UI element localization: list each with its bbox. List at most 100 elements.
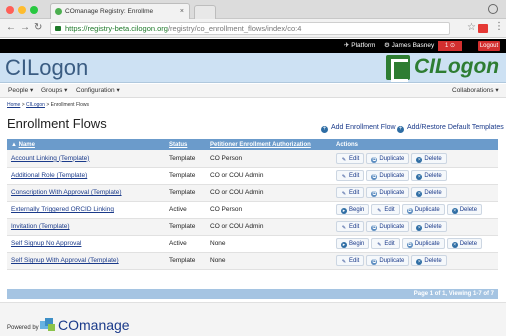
close-window-button[interactable]: [6, 6, 14, 14]
url-path: /registry/co_enrollment_flows/index/co:4: [167, 24, 302, 33]
header-status-link[interactable]: Status: [169, 142, 187, 148]
row-status: Template: [165, 167, 206, 185]
duplicate-button[interactable]: ⧉ Duplicate: [366, 255, 410, 266]
logout-button[interactable]: Logout: [478, 41, 500, 51]
duplicate-icon: ⧉: [406, 208, 413, 214]
menu-configuration[interactable]: Configuration ▾: [76, 84, 120, 98]
delete-button[interactable]: × Delete: [411, 170, 447, 181]
duplicate-button[interactable]: ⧉ Duplicate: [401, 204, 445, 215]
flow-name-link[interactable]: Conscription With Approval (Template): [11, 189, 122, 196]
duplicate-button[interactable]: ⧉ Duplicate: [366, 221, 410, 232]
add-enrollment-flow-label: Add Enrollment Flow: [331, 124, 396, 131]
edit-button[interactable]: ✎ Edit: [336, 221, 365, 232]
row-authorization: None: [206, 235, 332, 253]
duplicate-label: Duplicate: [414, 241, 440, 247]
new-tab-button[interactable]: [194, 5, 216, 19]
header-auth[interactable]: Petitioner Enrollment Authorization: [206, 139, 332, 150]
duplicate-icon: ⧉: [406, 242, 413, 248]
row-actions: ✎ Edit ⧉ Duplicate × Delete: [332, 218, 498, 236]
header-name[interactable]: ▲ Name: [7, 139, 165, 150]
flow-name-link[interactable]: Self Signup No Approval: [11, 240, 81, 247]
duplicate-button[interactable]: ⧉ Duplicate: [401, 238, 445, 249]
delete-button[interactable]: × Delete: [446, 204, 483, 215]
browser-tab[interactable]: COmanage Registry: Enrollme ×: [50, 3, 190, 19]
delete-button[interactable]: × Delete: [411, 152, 447, 164]
add-restore-templates-button[interactable]: + Add/Restore Default Templates: [397, 124, 504, 133]
row-name-cell: Conscription With Approval (Template): [7, 184, 165, 202]
menu-groups[interactable]: Groups ▾: [41, 84, 67, 98]
row-authorization: CO Person: [206, 150, 332, 168]
edit-button[interactable]: ✎ Edit: [336, 187, 365, 198]
profile-icon[interactable]: [488, 4, 498, 14]
edit-label: Edit: [349, 224, 360, 230]
duplicate-button[interactable]: ⧉ Duplicate: [366, 152, 410, 164]
header-auth-link[interactable]: Petitioner Enrollment Authorization: [210, 142, 311, 148]
add-enrollment-flow-button[interactable]: + Add Enrollment Flow: [321, 124, 396, 133]
begin-button[interactable]: ▸ Begin: [336, 238, 370, 249]
delete-button[interactable]: × Delete: [411, 255, 447, 266]
notifications-badge[interactable]: 1 ⊙: [438, 41, 462, 51]
delete-label: Delete: [459, 207, 478, 213]
begin-button[interactable]: ▸ Begin: [336, 204, 370, 215]
cilogon-logo-icon: [386, 55, 410, 82]
header-name-link[interactable]: Name: [19, 142, 35, 148]
table-header-row: ▲ Name Status Petitioner Enrollment Auth…: [7, 139, 498, 150]
flow-name-link[interactable]: Account Linking (Template): [11, 155, 89, 162]
duplicate-button[interactable]: ⧉ Duplicate: [366, 187, 410, 198]
duplicate-label: Duplicate: [379, 258, 405, 264]
duplicate-icon: ⧉: [371, 156, 378, 163]
breadcrumb-home[interactable]: Home: [7, 102, 20, 108]
edit-button[interactable]: ✎ Edit: [336, 152, 365, 164]
row-actions: ✎ Edit ⧉ Duplicate × Delete: [332, 184, 498, 202]
delete-label: Delete: [459, 241, 478, 247]
delete-button[interactable]: × Delete: [411, 221, 447, 232]
delete-icon: ×: [451, 242, 458, 248]
duplicate-button[interactable]: ⧉ Duplicate: [366, 170, 410, 181]
reload-icon[interactable]: ↻: [34, 21, 42, 35]
breadcrumb-co[interactable]: CILogon: [26, 102, 45, 108]
tab-close-icon[interactable]: ×: [180, 4, 184, 19]
extension-icon[interactable]: [478, 24, 488, 33]
url-field[interactable]: https://registry-beta.cilogon.org/regist…: [50, 22, 450, 35]
edit-button[interactable]: ✎ Edit: [336, 170, 365, 181]
table-row: Externally Triggered ORCID Linking Active…: [7, 201, 498, 219]
pencil-icon: ✎: [377, 242, 382, 248]
maximize-window-button[interactable]: [30, 6, 38, 14]
row-name-cell: Self Signup With Approval (Template): [7, 252, 165, 270]
minimize-window-button[interactable]: [18, 6, 26, 14]
table-row: Self Signup No Approval Active None ▸ Begin ✎…: [7, 235, 498, 253]
flow-name-link[interactable]: Invitation (Template): [11, 223, 70, 230]
add-restore-templates-label: Add/Restore Default Templates: [407, 124, 504, 131]
delete-button[interactable]: × Delete: [411, 187, 447, 198]
edit-button[interactable]: ✎ Edit: [371, 204, 400, 215]
platform-menu[interactable]: ✈ Platform: [344, 39, 375, 53]
browser-menu-icon[interactable]: ⋮: [494, 21, 504, 32]
pencil-icon: ✎: [341, 191, 347, 197]
bookmark-star-icon[interactable]: ☆: [467, 22, 476, 33]
row-name-cell: Self Signup No Approval: [7, 235, 165, 253]
edit-label: Edit: [384, 207, 395, 213]
menu-collaborations[interactable]: Collaborations ▾: [452, 84, 499, 98]
header-actions: Actions: [332, 139, 498, 150]
back-icon[interactable]: ←: [6, 21, 16, 35]
edit-button[interactable]: ✎ Edit: [336, 255, 365, 266]
user-menu[interactable]: ⚙ James Basney: [384, 39, 434, 53]
header-status[interactable]: Status: [165, 139, 206, 150]
top-navigation: ✈ Platform ⚙ James Basney 1 ⊙ Logout: [0, 39, 506, 53]
flow-name-link[interactable]: Additional Role (Template): [11, 172, 87, 179]
site-title[interactable]: CILogon: [5, 56, 88, 80]
row-authorization: CO or COU Admin: [206, 184, 332, 202]
forward-icon[interactable]: →: [20, 21, 30, 35]
comanage-logo-text[interactable]: COmanage: [58, 317, 130, 333]
enrollment-flows-table: ▲ Name Status Petitioner Enrollment Auth…: [7, 139, 498, 270]
pencil-icon: ✎: [341, 225, 347, 231]
delete-label: Delete: [424, 258, 442, 264]
delete-button[interactable]: × Delete: [446, 238, 483, 249]
edit-button[interactable]: ✎ Edit: [371, 238, 400, 249]
row-name-cell: Invitation (Template): [7, 218, 165, 236]
menu-people[interactable]: People ▾: [8, 84, 33, 98]
flow-name-link[interactable]: Externally Triggered ORCID Linking: [11, 206, 114, 213]
breadcrumb-current: Enrollment Flows: [50, 102, 90, 108]
pagination-text: Page 1 of 1, Viewing 1-7 of 7: [413, 291, 494, 297]
flow-name-link[interactable]: Self Signup With Approval (Template): [11, 257, 119, 264]
